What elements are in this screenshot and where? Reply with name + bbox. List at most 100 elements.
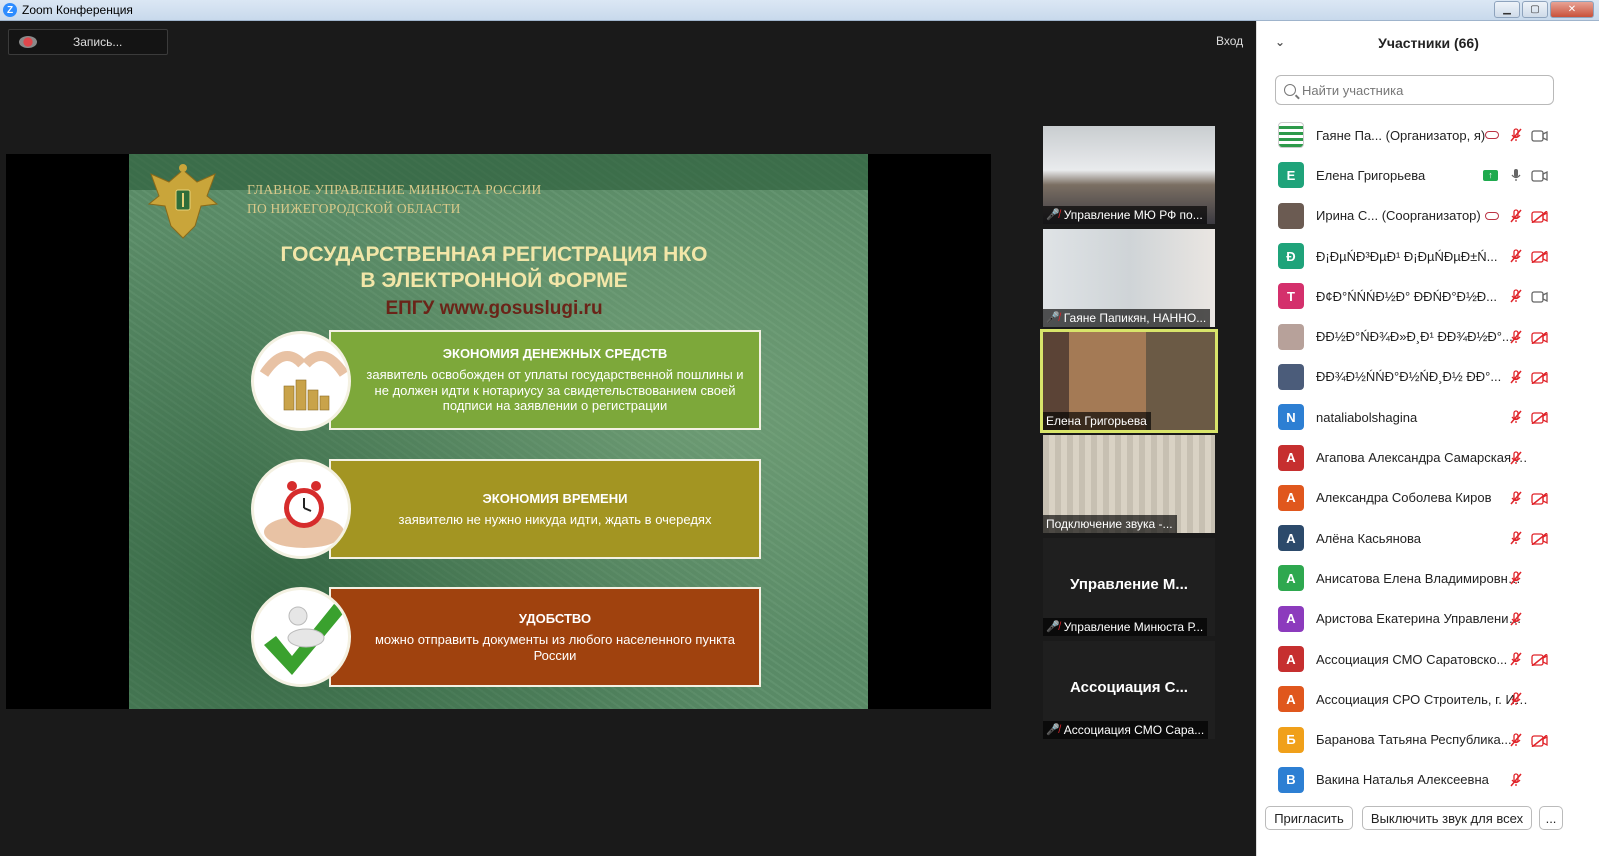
more-button[interactable]: ... <box>1539 806 1563 830</box>
participants-title: Участники (66) <box>1378 35 1479 51</box>
close-button[interactable]: ✕ <box>1550 1 1594 18</box>
benefit-text: заявитель освобожден от уплаты государст… <box>366 367 744 414</box>
mute-all-button[interactable]: Выключить звук для всех <box>1362 806 1532 830</box>
video-off-icon[interactable] <box>1531 734 1548 748</box>
window-controls: ▁ ▢ ✕ <box>1494 1 1594 18</box>
participant-row[interactable]: А Ассоциация СРО Строитель, г. Иж... <box>1257 679 1599 719</box>
participant-name: Баранова Татьяна Республика... <box>1316 732 1512 748</box>
mic-muted-icon[interactable] <box>1508 369 1524 385</box>
benefit-heading: УДОБСТВО <box>518 611 592 626</box>
minimize-button[interactable]: ▁ <box>1494 1 1520 18</box>
video-tile[interactable]: Подключение звука -... <box>1043 435 1215 533</box>
participant-row[interactable]: А Агапова Александра Самарская о... <box>1257 437 1599 477</box>
video-off-icon[interactable] <box>1531 210 1548 224</box>
participants-list[interactable]: Гаяне Па... (Организатор, я) Е Елена Григо… <box>1257 115 1599 795</box>
participant-name: ĐĐ½Đ°ŃĐ¾Đ»Đ¸Đ¹ ĐĐ¾Đ½Đ°... <box>1316 329 1513 345</box>
participant-row[interactable]: Е Елена Григорьева ↑ <box>1257 155 1599 195</box>
video-off-icon[interactable] <box>1531 371 1548 385</box>
participant-row[interactable]: А Ассоциация СМО Саратовско... <box>1257 639 1599 679</box>
video-tile[interactable]: 🎤̸ Управление МЮ РФ по... <box>1043 126 1215 224</box>
mic-muted-icon[interactable] <box>1508 570 1524 586</box>
mic-muted-icon[interactable] <box>1508 772 1524 788</box>
avatar: А <box>1278 565 1304 592</box>
participant-row[interactable]: Nnataliabolshagina <box>1257 397 1599 437</box>
participant-row[interactable]: В Вакина Наталья Алексеевна <box>1257 760 1599 795</box>
participant-name: Агапова Александра Самарская о... <box>1316 450 1528 466</box>
video-tile[interactable]: 🎤̸ Гаяне Папикян, НАННО... <box>1043 229 1215 327</box>
video-off-icon[interactable] <box>1531 250 1548 264</box>
avatar <box>1278 202 1304 229</box>
mic-muted-icon: 🎤̸ <box>1046 312 1060 324</box>
mic-muted-icon: 🎤̸ <box>1046 621 1060 633</box>
mic-muted-icon[interactable] <box>1508 651 1524 667</box>
video-icon[interactable] <box>1531 290 1548 303</box>
video-tile-label: 🎤̸ Управление Минюста Р... <box>1043 618 1208 636</box>
participants-footer: Пригласить Выключить звук для всех ... <box>1257 806 1599 832</box>
participant-row[interactable]: А Анисатова Елена Владимировна С... <box>1257 558 1599 598</box>
mic-muted-icon[interactable] <box>1508 611 1524 627</box>
zoom-logo-icon: Z <box>3 3 17 17</box>
slide-title-line-1: ГОСУДАРСТВЕННАЯ РЕГИСТРАЦИЯ НКО <box>280 243 708 266</box>
slide-title-line-2: В ЭЛЕКТРОННОЙ ФОРМЕ <box>360 269 628 292</box>
video-icon[interactable] <box>1531 169 1548 183</box>
avatar <box>1278 122 1304 149</box>
participant-row[interactable]: Ирина С... (Соорганизатор) <box>1257 196 1599 236</box>
video-icon[interactable] <box>1531 129 1548 142</box>
mic-muted-icon[interactable] <box>1508 732 1524 748</box>
participant-row[interactable]: А Аристова Екатерина Управление ... <box>1257 599 1599 639</box>
zoom-window: Z Zoom Конференция ▁ ▢ ✕ Запись... Вход … <box>0 0 1599 856</box>
participant-row[interactable]: А Алёна Касьянова <box>1257 518 1599 558</box>
search-input[interactable] <box>1302 82 1542 98</box>
participant-row[interactable]: Гаяне Па... (Организатор, я) <box>1257 115 1599 155</box>
ministry-title: ГЛАВНОЕ УПРАВЛЕНИЕ МИНЮСТА РОССИИ ПО НИЖ… <box>247 180 541 218</box>
video-off-icon[interactable] <box>1531 411 1548 425</box>
login-button[interactable]: Вход <box>1216 34 1243 48</box>
invite-button[interactable]: Пригласить <box>1265 806 1353 830</box>
participant-row[interactable]: Ð Đ¡ĐµŃĐ³ĐµĐ¹ Đ¡ĐµŃĐµĐ±Ń... <box>1257 236 1599 276</box>
participant-name: Ассоциация СМО Саратовско... <box>1316 651 1508 667</box>
recording-indicator[interactable]: Запись... <box>8 29 168 55</box>
mic-muted-icon[interactable] <box>1508 329 1524 345</box>
mic-muted-icon[interactable] <box>1508 691 1524 707</box>
avatar: Ð <box>1278 243 1304 270</box>
avatar: N <box>1278 404 1304 431</box>
participant-name: Đ¡ĐµŃĐ³ĐµĐ¹ Đ¡ĐµŃĐµĐ±Ń... <box>1316 248 1498 264</box>
video-tile[interactable]: Управление М... 🎤̸ Управление Минюста Р.… <box>1043 538 1215 636</box>
maximize-button[interactable]: ▢ <box>1522 1 1548 18</box>
participant-name: Александра Соболева Киров <box>1316 490 1492 506</box>
slide-title: ГОСУДАРСТВЕННАЯ РЕГИСТРАЦИЯ НКО В ЭЛЕКТР… <box>129 242 859 294</box>
participant-search[interactable] <box>1275 75 1554 105</box>
participant-name: Гаяне Папикян, НАННО... <box>1063 311 1207 325</box>
participant-name: Ассоциация СМО Сара... <box>1063 723 1205 737</box>
video-tile[interactable]: Ассоциация С... 🎤̸ Ассоциация СМО Сара..… <box>1043 641 1215 739</box>
participant-big-name: Ассоциация С... <box>1070 679 1188 696</box>
video-tile-label: Елена Григорьева <box>1043 412 1151 430</box>
participant-row[interactable]: А Александра Соболева Киров <box>1257 478 1599 518</box>
mic-muted-icon[interactable] <box>1508 248 1524 264</box>
mic-muted-icon[interactable] <box>1508 409 1524 425</box>
mic-muted-icon[interactable] <box>1508 288 1524 304</box>
participant-row[interactable]: Т Đ¢Đ°ŃŃŃĐ½Đ° ĐĐŃĐ°Đ½Đ... <box>1257 276 1599 316</box>
mic-muted-icon[interactable] <box>1508 450 1524 466</box>
mic-muted-icon[interactable] <box>1508 127 1524 143</box>
chevron-down-icon[interactable]: ⌄ <box>1275 35 1285 49</box>
mic-muted-icon[interactable] <box>1508 490 1524 506</box>
video-off-icon[interactable] <box>1531 492 1548 506</box>
cloud-recording-icon <box>1485 211 1499 220</box>
ministry-emblem-icon <box>147 164 219 239</box>
video-tile-active-speaker[interactable]: Елена Григорьева <box>1040 329 1218 433</box>
avatar: А <box>1278 444 1304 471</box>
participant-row[interactable]: ĐĐ¾Đ½ŃŃĐ°Đ½ŃĐ¸Đ½ ĐĐ°... <box>1257 357 1599 397</box>
video-off-icon[interactable] <box>1531 532 1548 546</box>
video-off-icon[interactable] <box>1531 653 1548 667</box>
avatar: В <box>1278 766 1304 793</box>
participant-row[interactable]: Б Баранова Татьяна Республика... <box>1257 719 1599 759</box>
participant-name: ĐĐ¾Đ½ŃŃĐ°Đ½ŃĐ¸Đ½ ĐĐ°... <box>1316 369 1502 385</box>
mic-muted-icon[interactable] <box>1508 208 1524 224</box>
recording-label: Запись... <box>73 35 123 49</box>
search-icon <box>1284 84 1296 96</box>
video-off-icon[interactable] <box>1531 331 1548 345</box>
participant-row[interactable]: ĐĐ½Đ°ŃĐ¾Đ»Đ¸Đ¹ ĐĐ¾Đ½Đ°... <box>1257 316 1599 356</box>
mic-muted-icon[interactable] <box>1508 530 1524 546</box>
mic-icon[interactable] <box>1508 167 1524 183</box>
